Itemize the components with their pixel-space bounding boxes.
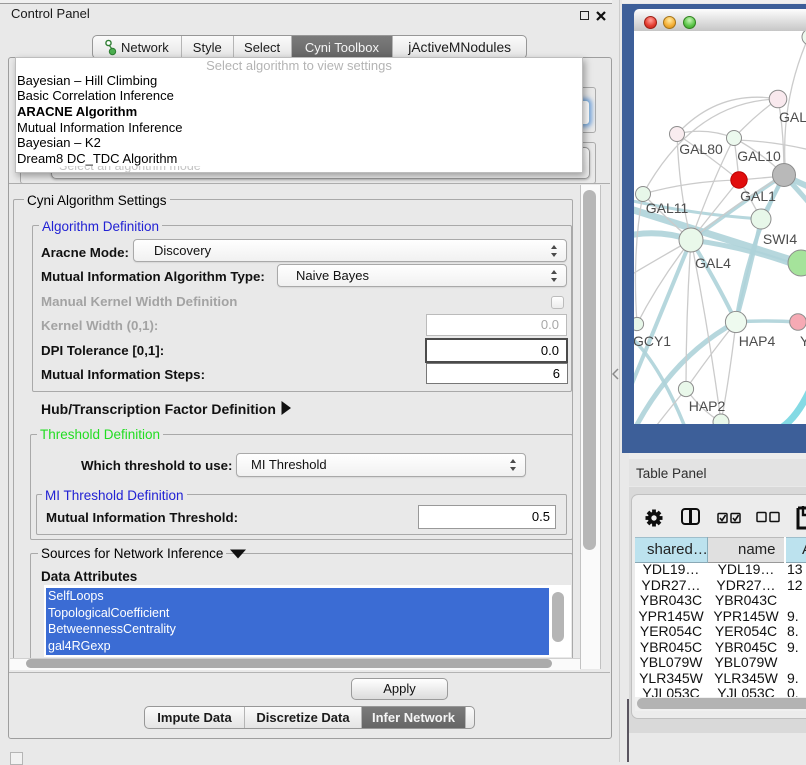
svg-text:GAL11: GAL11: [646, 200, 689, 216]
svg-text:SWI4: SWI4: [763, 231, 797, 247]
svg-text:GAL4: GAL4: [695, 255, 731, 271]
svg-text:GAL: GAL: [779, 109, 806, 125]
svg-text:HAP4: HAP4: [739, 333, 776, 349]
svg-text:GAL10: GAL10: [737, 148, 781, 164]
svg-text:GCY1: GCY1: [634, 333, 671, 349]
svg-text:HAP2: HAP2: [689, 398, 726, 414]
svg-text:Y: Y: [800, 333, 806, 349]
svg-text:GAL80: GAL80: [679, 141, 723, 157]
svg-text:GAL1: GAL1: [740, 188, 776, 204]
